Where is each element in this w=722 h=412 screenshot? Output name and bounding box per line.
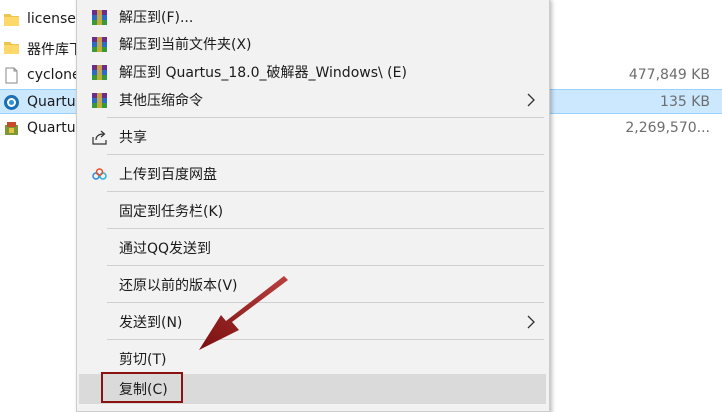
menu-item-label: 上传到百度网盘 [119, 167, 217, 183]
menu-item-extract-here[interactable]: 解压到当前文件夹(X) [79, 29, 546, 59]
menu-item-label: 解压到(F)... [119, 10, 194, 26]
installer-icon [3, 120, 20, 137]
file-size: 135 KB [660, 94, 710, 110]
menu-item-restore-versions[interactable]: 还原以前的版本(V) [79, 270, 546, 300]
menu-separator [107, 117, 544, 118]
menu-separator [107, 191, 544, 192]
file-name: cyclone [27, 67, 77, 83]
menu-item-label: 还原以前的版本(V) [119, 278, 238, 294]
menu-item-send-to[interactable]: 发送到(N) [79, 307, 546, 337]
menu-item-extract-to[interactable]: 解压到(F)... [79, 2, 546, 32]
menu-item-label: 剪切(T) [119, 352, 167, 368]
winrar-icon [91, 36, 108, 53]
baidu-netdisk-icon [91, 166, 108, 183]
document-icon [3, 67, 20, 84]
file-name: Quartus [27, 94, 77, 110]
file-size: 2,269,570... [625, 120, 710, 136]
winrar-icon [91, 9, 108, 26]
menu-item-label: 固定到任务栏(K) [119, 204, 224, 220]
winrar-icon [91, 92, 108, 109]
winrar-icon [91, 64, 108, 81]
annotation-highlight-box [101, 372, 183, 403]
folder-icon [3, 39, 20, 56]
menu-item-label: 解压到当前文件夹(X) [119, 37, 252, 53]
menu-separator [107, 154, 544, 155]
menu-separator [107, 265, 544, 266]
menu-item-cut[interactable]: 剪切(T) [79, 344, 546, 374]
menu-item-other-commands[interactable]: 其他压缩命令 [79, 85, 546, 115]
menu-separator [107, 339, 544, 340]
menu-item-label: 通过QQ发送到 [119, 241, 212, 257]
menu-item-share[interactable]: 共享 [79, 122, 546, 152]
file-name: license [27, 11, 76, 27]
menu-item-send-qq[interactable]: 通过QQ发送到 [79, 233, 546, 263]
file-name: Quartus [27, 120, 77, 136]
quartus-icon [3, 94, 20, 111]
file-size: 477,849 KB [628, 67, 710, 83]
menu-item-upload-baidu[interactable]: 上传到百度网盘 [79, 159, 546, 189]
menu-item-label: 发送到(N) [119, 315, 183, 331]
chevron-right-icon [526, 314, 536, 330]
folder-icon [3, 11, 20, 28]
menu-separator [107, 302, 544, 303]
menu-item-label: 共享 [119, 130, 147, 146]
menu-separator [107, 228, 544, 229]
menu-item-label: 解压到 Quartus_18.0_破解器_Windows\ (E) [119, 65, 407, 81]
context-menu: 解压到(F)... 解压到当前文件夹(X) 解压到 Quartus_18.0_破… [76, 0, 550, 412]
chevron-right-icon [526, 92, 536, 108]
menu-item-pin-taskbar[interactable]: 固定到任务栏(K) [79, 196, 546, 226]
file-name: 器件库下 [27, 42, 77, 58]
menu-item-extract-to-folder[interactable]: 解压到 Quartus_18.0_破解器_Windows\ (E) [79, 57, 546, 87]
menu-item-label: 其他压缩命令 [119, 93, 203, 109]
share-icon [91, 129, 108, 146]
